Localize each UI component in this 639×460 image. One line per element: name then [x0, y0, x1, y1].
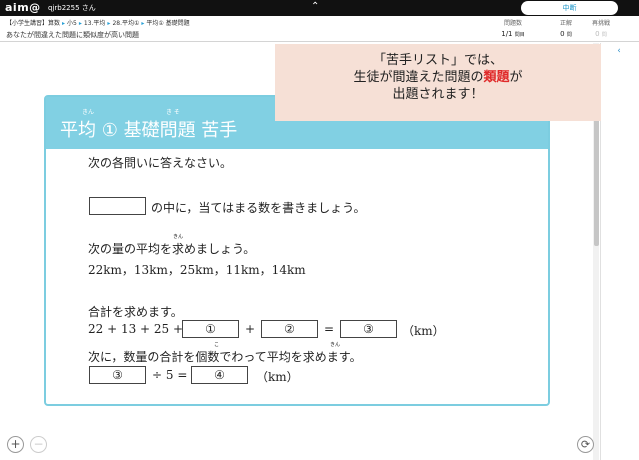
ruby-ko: こ: [214, 342, 220, 348]
info-callout: 「苦手リスト」では、 生徒が間違えた問題の類題が 出題されます！: [275, 44, 601, 121]
callout-highlight: 類題: [483, 70, 510, 85]
instruction-text: 次の各問いに答えなさい。: [88, 156, 233, 170]
plus-sign: +: [245, 322, 256, 336]
breadcrumb-item[interactable]: 小5: [67, 20, 77, 27]
breadcrumb-item[interactable]: 28.平均①: [112, 20, 139, 27]
answer-blank-2[interactable]: ②: [261, 320, 318, 338]
ruby-heikin: きん: [82, 109, 95, 116]
stat-value-correct: 0 問: [560, 30, 572, 38]
breadcrumb-item[interactable]: 【小学生講習】算数: [6, 20, 60, 27]
card-title: 平均 ① 基礎問題 苦手: [60, 120, 238, 141]
next-instruction: 次に，数量の合計を個数でわって平均を求めます。: [88, 350, 362, 364]
ruby-kiso: き そ: [166, 109, 180, 116]
equals-sign: =: [324, 322, 335, 336]
sample-blank-box: [89, 197, 146, 215]
answer-blank-3[interactable]: ③: [340, 320, 397, 338]
breadcrumb: 【小学生講習】算数 ▸ 小5 ▸ 13.平均 ▸ 28.平均① ▸ 平均① 基礎問題: [6, 18, 190, 27]
ruby-kin: きん: [173, 234, 184, 240]
stat-label-retry: 再挑戦: [591, 20, 610, 27]
sum-expression: 22 + 13 + 25 +: [88, 322, 184, 336]
callout-line-1: 「苦手リスト」では、: [372, 53, 503, 68]
answer-blank-3b[interactable]: ③: [89, 366, 146, 384]
side-panel: [600, 43, 639, 460]
caret-right-icon: ▸: [107, 20, 111, 27]
pause-button[interactable]: 中断: [521, 1, 618, 15]
refresh-icon[interactable]: ⟳: [577, 436, 594, 453]
stat-value-retry: 0 問: [595, 30, 607, 38]
fill-instruction: の中に，当てはまる数を書きましょう。: [151, 201, 366, 215]
divide-expression: ÷ 5 =: [152, 368, 188, 382]
caret-right-icon: ▸: [62, 20, 66, 27]
chevron-up-icon[interactable]: ⌃: [311, 1, 319, 12]
callout-line-2: 生徒が間違えた問題の類題が: [353, 70, 523, 85]
zoom-in-button[interactable]: +: [7, 436, 24, 453]
ruby-kin-2: きん: [330, 342, 341, 348]
lesson-header: 【小学生講習】算数 ▸ 小5 ▸ 13.平均 ▸ 28.平均① ▸ 平均① 基礎問題 あなたが間…: [0, 16, 639, 42]
stat-label-correct: 正解: [559, 20, 572, 27]
problem-subtitle: あなたが間違えた問題に類似度が高い問題: [6, 31, 139, 39]
top-bar: aim@ qjrb2255 さん ⌃ 中断: [0, 0, 639, 16]
chevron-left-icon[interactable]: ‹: [609, 46, 629, 58]
zoom-out-button[interactable]: −: [30, 436, 47, 453]
caret-right-icon: ▸: [141, 20, 145, 27]
breadcrumb-item: 平均① 基礎問題: [146, 20, 190, 27]
problem-card: きん き そ 平均 ① 基礎問題 苦手 次の各問いに答えなさい。 の中に，当ては…: [44, 95, 550, 406]
callout-line-3: 出題されます！: [392, 87, 484, 102]
stat-label-asked: 問題数: [503, 20, 522, 27]
data-values: 22km，13km，25km，11km，14km: [88, 263, 306, 277]
unit-km: （km）: [402, 324, 445, 338]
breadcrumb-item[interactable]: 13.平均: [84, 20, 106, 27]
stat-value-asked: 1/1 問目: [501, 30, 525, 38]
question-text: 次の量の平均を求めましょう。: [88, 242, 256, 256]
app-logo: aim@: [5, 1, 41, 14]
user-name: qjrb2255 さん: [48, 4, 96, 12]
caret-right-icon: ▸: [78, 20, 82, 27]
sum-label: 合計を求めます。: [88, 305, 183, 319]
unit-km-2: （km）: [256, 370, 299, 384]
answer-blank-1[interactable]: ①: [182, 320, 239, 338]
answer-blank-4[interactable]: ④: [191, 366, 248, 384]
